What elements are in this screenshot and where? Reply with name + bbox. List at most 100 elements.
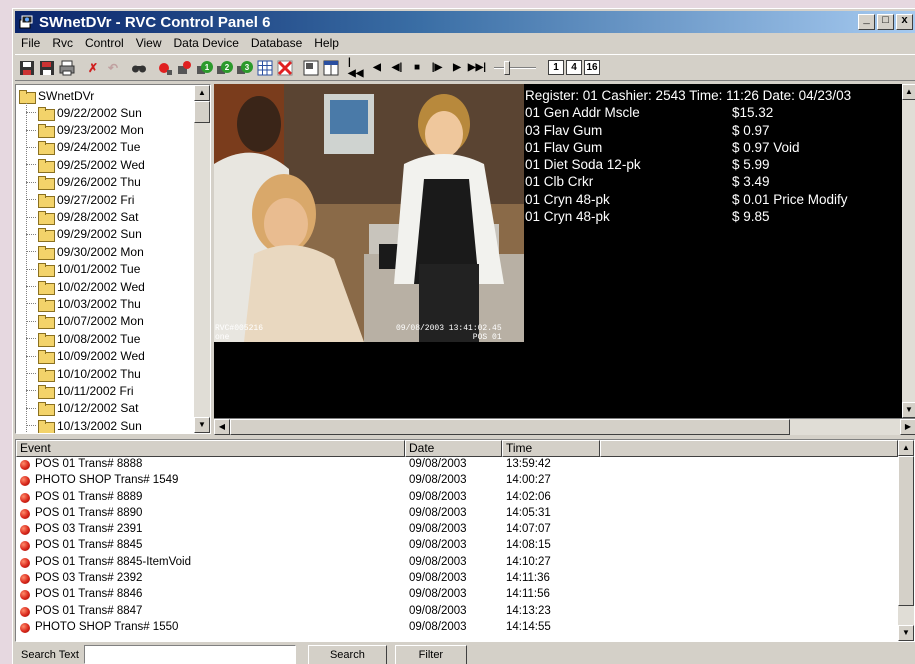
event-row[interactable]: PHOTO SHOP Trans# 1550 09/08/2003 14:14:55 (16, 620, 898, 636)
view-1-button[interactable]: 1 (548, 60, 564, 75)
menu-rvc[interactable]: Rvc (46, 36, 79, 50)
tree-scrollbar[interactable]: ▲ ▼ (194, 85, 210, 433)
event-date: 09/08/2003 (409, 555, 467, 568)
event-row[interactable]: POS 03 Trans# 2391 09/08/2003 14:07:07 (16, 522, 898, 538)
receipt-item: 01 Flav Gum (525, 139, 603, 155)
event-scroll-thumb[interactable] (898, 456, 914, 606)
event-time: 14:10:27 (506, 555, 551, 568)
view-4-button[interactable]: 4 (566, 60, 582, 75)
receipt-item: 01 Cryn 48-pk (525, 209, 610, 225)
stop-icon[interactable]: ■ (408, 59, 426, 77)
view-16-button[interactable]: 16 (584, 60, 600, 75)
tree-item[interactable]: 10/02/2002 Wed (26, 278, 145, 295)
tree-item[interactable]: 09/29/2002 Sun (26, 226, 145, 243)
tree-item[interactable]: 10/12/2002 Sat (26, 400, 145, 417)
scroll-up-icon[interactable]: ▲ (902, 84, 915, 100)
tree-item[interactable]: 10/08/2002 Tue (26, 330, 145, 347)
record-icon[interactable] (156, 59, 174, 77)
camera-1-icon[interactable]: 1 (196, 59, 214, 77)
scroll-down-icon[interactable]: ▼ (194, 417, 210, 433)
tree-item[interactable]: 10/10/2002 Thu (26, 365, 145, 382)
record-camera-icon[interactable] (176, 59, 194, 77)
folder-icon (38, 402, 55, 417)
scroll-down-icon[interactable]: ▼ (898, 625, 914, 641)
tree-item[interactable]: 10/03/2002 Thu (26, 295, 145, 312)
maximize-button[interactable]: □ (877, 14, 894, 30)
search-input[interactable] (83, 645, 296, 664)
camera-3-icon[interactable]: 3 (236, 59, 254, 77)
tree-item[interactable]: 10/11/2002 Fri (26, 382, 145, 399)
minimize-button[interactable]: _ (858, 14, 875, 30)
print-icon[interactable] (58, 59, 76, 77)
tree-item[interactable]: 09/25/2002 Wed (26, 156, 145, 173)
scroll-right-icon[interactable]: ▶ (900, 419, 915, 435)
folder-icon (38, 297, 55, 312)
tree-item[interactable]: 09/23/2002 Mon (26, 121, 145, 139)
scroll-up-icon[interactable]: ▲ (194, 85, 210, 101)
tree-item[interactable]: 09/30/2002 Mon (26, 243, 145, 260)
scroll-down-icon[interactable]: ▼ (902, 402, 915, 418)
column-event[interactable]: Event (16, 440, 405, 457)
search-button[interactable]: Search (307, 644, 387, 664)
tree-item-label: 09/23/2002 Mon (57, 123, 144, 138)
event-row[interactable]: POS 01 Trans# 8847 09/08/2003 14:13:23 (16, 604, 898, 620)
step-back-icon[interactable]: ◀ (368, 59, 386, 77)
tree-item[interactable]: 09/26/2002 Thu (26, 174, 145, 191)
tree-item[interactable]: 10/01/2002 Tue (26, 261, 145, 278)
undo-icon[interactable]: ↶ (104, 59, 122, 77)
video-panel[interactable]: RVC#005216 one 09/08/2003 13:41:02.45 PO… (214, 84, 915, 418)
event-row[interactable]: POS 01 Trans# 8845-ItemVoid 09/08/2003 14:… (16, 555, 898, 571)
folder-icon (38, 193, 55, 208)
tree-item[interactable]: 09/24/2002 Tue (26, 139, 145, 156)
tree-item[interactable]: 10/07/2002 Mon (26, 313, 145, 330)
tree-item[interactable]: 10/09/2002 Wed (26, 347, 145, 365)
skip-first-icon[interactable]: |◀◀ (348, 57, 366, 79)
event-row[interactable]: POS 01 Trans# 8888 09/08/2003 13:59:42 (16, 457, 898, 473)
column-date[interactable]: Date (405, 440, 502, 457)
event-row[interactable]: POS 01 Trans# 8845 09/08/2003 14:08:15 (16, 538, 898, 554)
delete-icon[interactable]: ✗ (84, 59, 102, 77)
find-icon[interactable] (130, 59, 148, 77)
tree-item[interactable]: 09/28/2002 Sat (26, 208, 145, 226)
frame-back-icon[interactable]: ◀| (388, 59, 406, 77)
column-time[interactable]: Time (502, 440, 600, 457)
split-view-icon[interactable] (322, 59, 340, 77)
tree-item[interactable]: 09/27/2002 Fri (26, 191, 145, 208)
tree-scroll-thumb[interactable] (194, 101, 210, 123)
event-row[interactable]: POS 03 Trans# 2392 09/08/2003 14:11:36 (16, 571, 898, 587)
menu-view[interactable]: View (130, 36, 168, 50)
event-row[interactable]: POS 01 Trans# 8846 09/08/2003 14:11:56 (16, 587, 898, 603)
fullscreen-icon[interactable] (302, 59, 320, 77)
video-hscrollbar[interactable]: ◀ ▶ (214, 418, 915, 435)
menu-data-device[interactable]: Data Device (168, 36, 245, 50)
save-icon[interactable] (18, 59, 36, 77)
close-button[interactable]: x (896, 14, 913, 30)
menu-file[interactable]: File (15, 36, 46, 50)
camera-2-icon[interactable]: 2 (216, 59, 234, 77)
video-scrollbar[interactable]: ▲ ▼ (902, 84, 915, 418)
scroll-up-icon[interactable]: ▲ (898, 440, 914, 456)
tree-item[interactable]: 10/13/2002 Sun (26, 417, 145, 433)
save-all-icon[interactable] (38, 59, 56, 77)
speed-slider[interactable] (494, 59, 536, 77)
folder-icon (38, 228, 55, 243)
cancel-grid-icon[interactable] (276, 59, 294, 77)
hscroll-thumb[interactable] (230, 419, 790, 435)
receipt-line: 01 Cryn 48-pk $ 9.85 (525, 208, 851, 225)
skip-last-icon[interactable]: ▶▶| (468, 59, 486, 77)
tree-root[interactable]: SWnetDVr (19, 87, 94, 104)
scroll-left-icon[interactable]: ◀ (214, 419, 230, 435)
filter-button[interactable]: Filter (394, 644, 467, 664)
event-row[interactable]: POS 01 Trans# 8889 09/08/2003 14:02:06 (16, 490, 898, 506)
event-scrollbar[interactable]: ▲ ▼ (898, 440, 914, 641)
tree-item[interactable]: 09/22/2002 Sun (26, 104, 145, 121)
grid-icon[interactable] (256, 59, 274, 77)
event-row[interactable]: PHOTO SHOP Trans# 1549 09/08/2003 14:00:27 (16, 473, 898, 489)
title-bar[interactable]: SWnetDVr - RVC Control Panel 6 _ □ x (15, 11, 915, 33)
frame-forward-icon[interactable]: |▶ (428, 59, 446, 77)
play-icon[interactable]: ▶ (448, 59, 466, 77)
menu-help[interactable]: Help (308, 36, 345, 50)
event-row[interactable]: POS 01 Trans# 8890 09/08/2003 14:05:31 (16, 506, 898, 522)
menu-database[interactable]: Database (245, 36, 308, 50)
menu-control[interactable]: Control (79, 36, 130, 50)
